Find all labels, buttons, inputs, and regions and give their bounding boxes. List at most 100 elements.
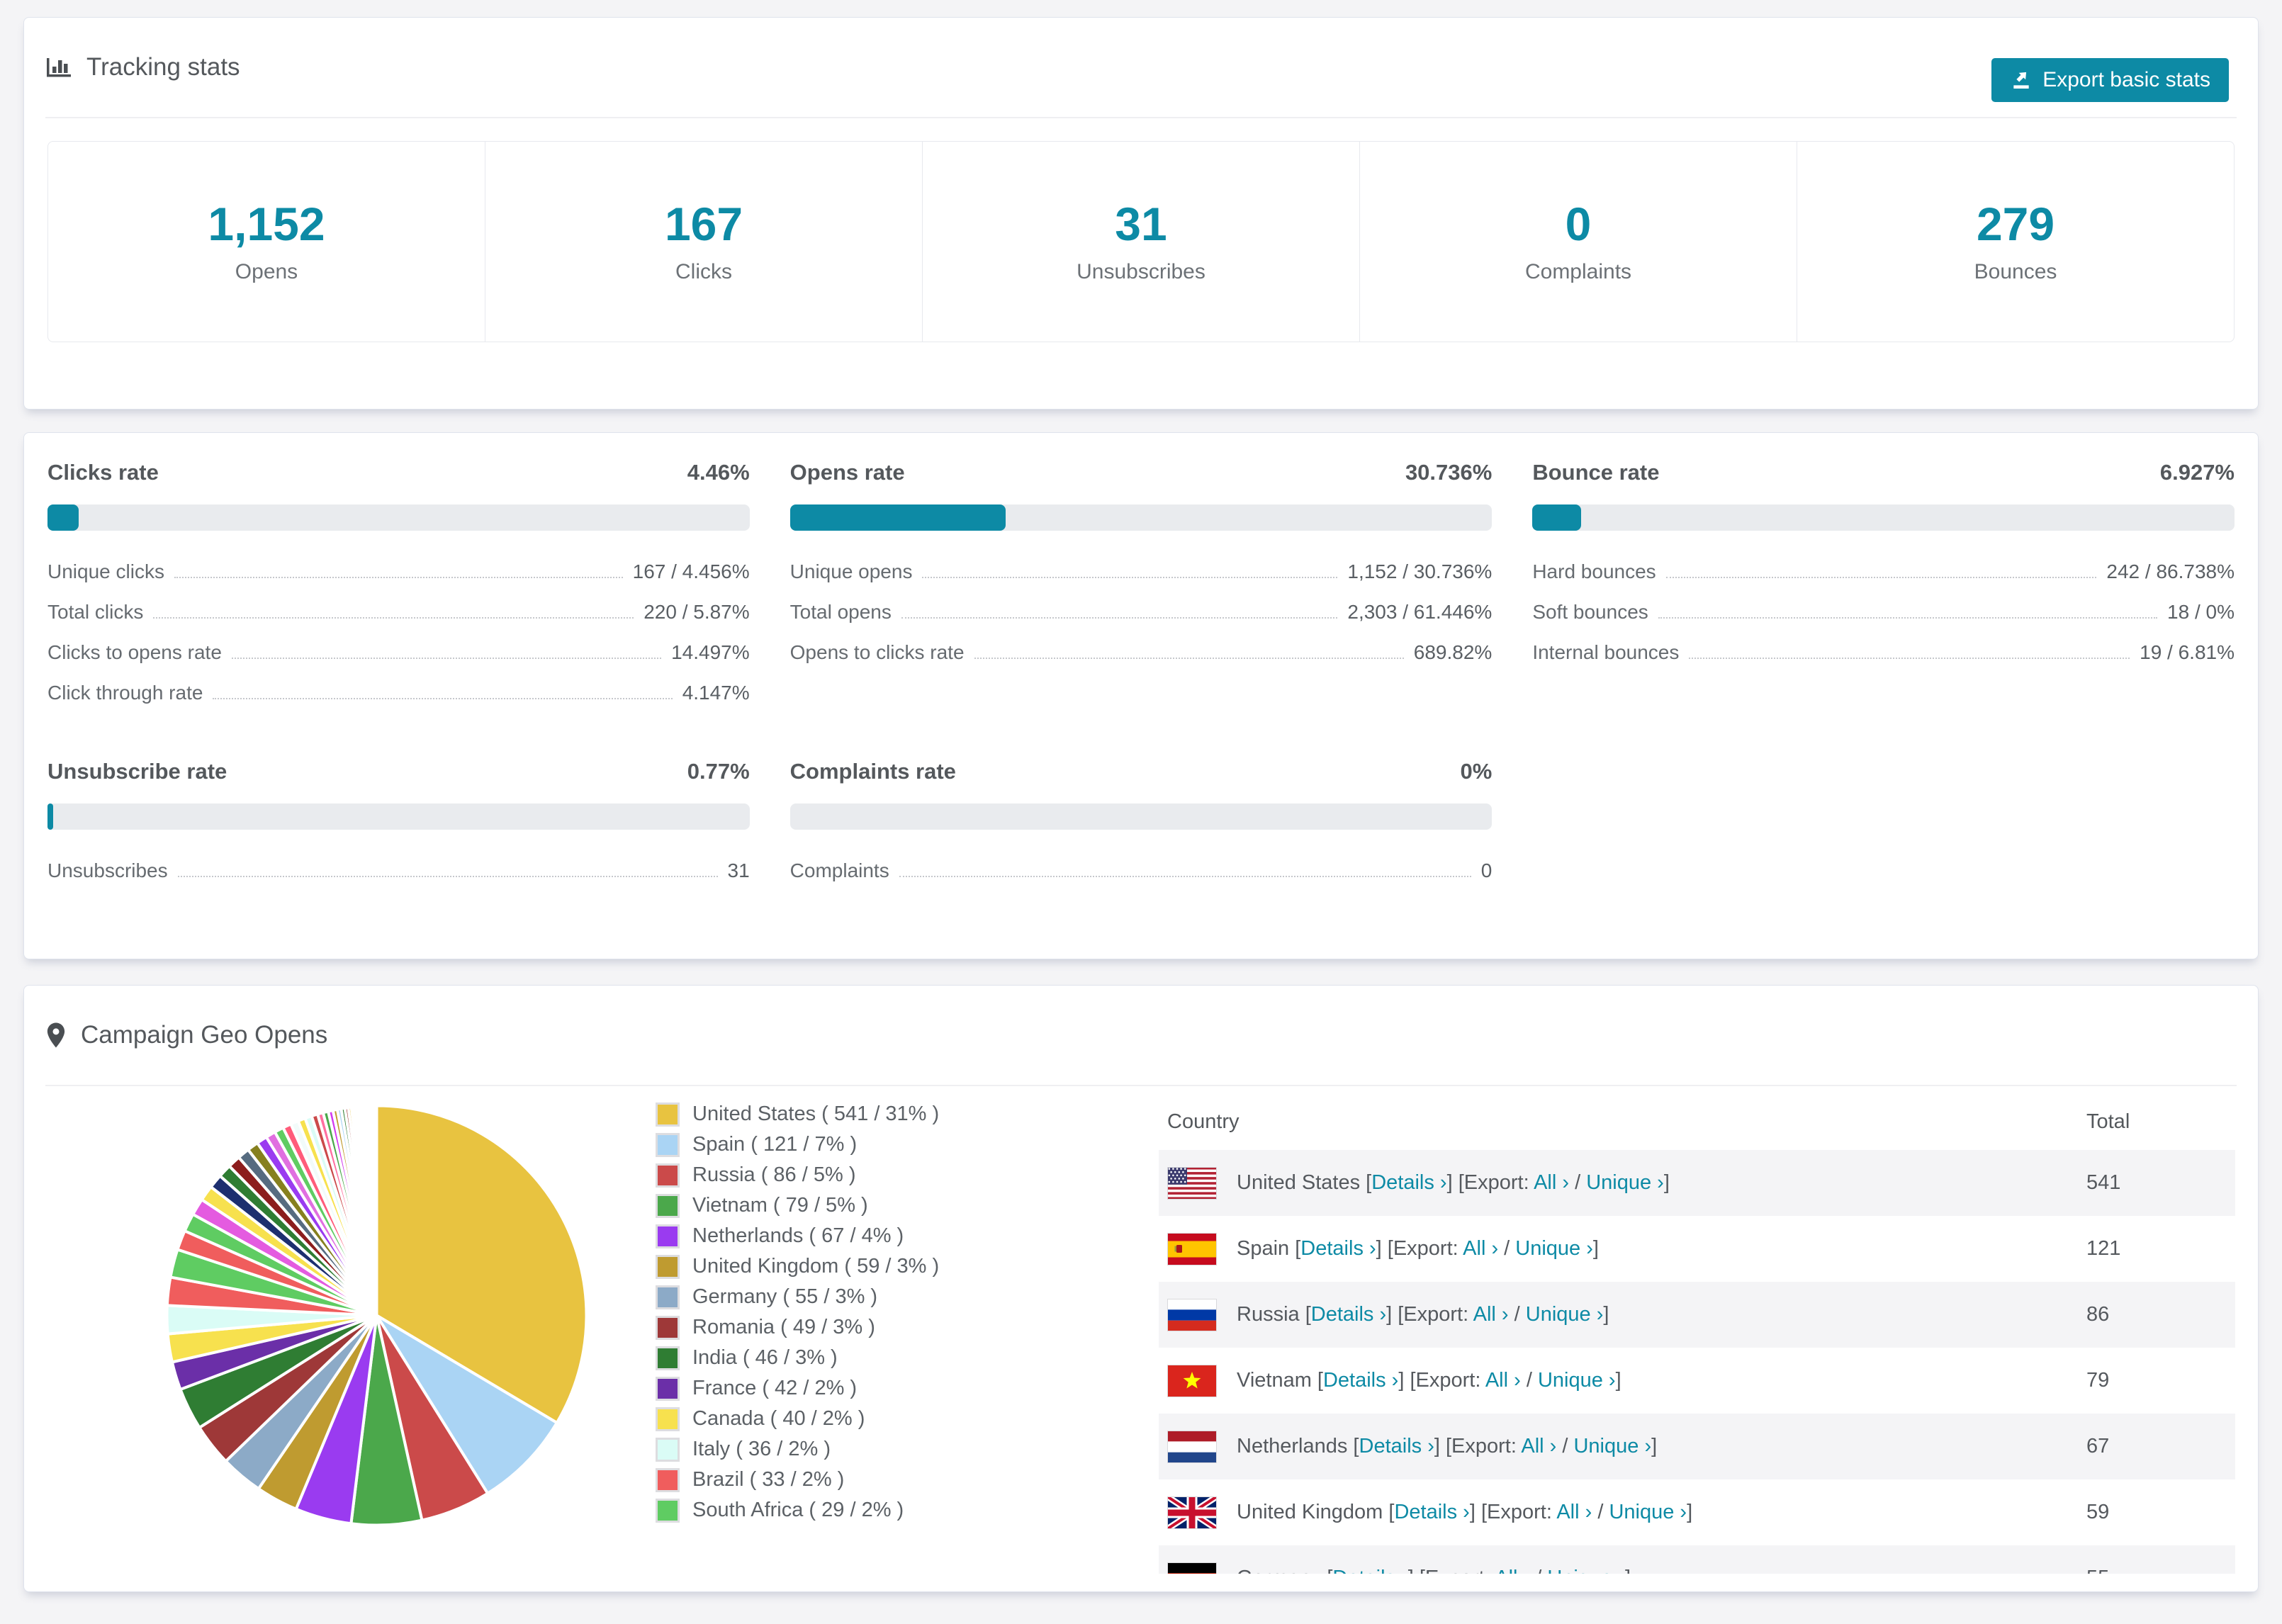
export-all-link[interactable]: All ›: [1495, 1567, 1530, 1574]
stat-value: 279: [1976, 198, 2055, 250]
dotted-leader: [153, 617, 634, 619]
legend-item: France ( 42 / 2% ): [656, 1373, 1052, 1404]
legend-label: United States ( 541 / 31% ): [692, 1103, 940, 1125]
metric-label: Click through rate: [47, 682, 203, 704]
details-link[interactable]: Details ›: [1311, 1303, 1386, 1326]
country-total: 79: [2086, 1369, 2110, 1392]
country-label: Vietnam [Details ›] [Export: All › / Uni…: [1237, 1369, 1621, 1392]
details-link[interactable]: Details ›: [1359, 1435, 1434, 1457]
export-all-link[interactable]: All ›: [1556, 1501, 1592, 1523]
export-unique-link[interactable]: Unique ›: [1515, 1237, 1593, 1260]
metric-row: Opens to clicks rate 689.82%: [790, 643, 1493, 662]
country-total: 59: [2086, 1501, 2110, 1523]
rate-value: 4.46%: [687, 460, 750, 485]
metric-row: Hard bounces 242 / 86.738%: [1532, 562, 2235, 582]
vn-flag-icon: [1167, 1364, 1217, 1397]
export-unique-link[interactable]: Unique ›: [1526, 1303, 1604, 1326]
table-header-row: Country Total: [1159, 1093, 2235, 1150]
metric-row: Total clicks 220 / 5.87%: [47, 602, 750, 622]
metric-row: Total opens 2,303 / 61.446%: [790, 602, 1493, 622]
metric-row: Click through rate 4.147%: [47, 683, 750, 703]
country-total: 86: [2086, 1303, 2110, 1326]
legend-item: India ( 46 / 3% ): [656, 1343, 1052, 1373]
stat-label: Unsubscribes: [1077, 260, 1205, 283]
progress-bar: [789, 504, 1493, 531]
legend-swatch: [656, 1132, 680, 1157]
rate-title: Opens rate: [789, 460, 905, 485]
legend-item: United Kingdom ( 59 / 3% ): [656, 1251, 1052, 1282]
export-unique-link[interactable]: Unique ›: [1609, 1501, 1687, 1523]
country-label: Spain [Details ›] [Export: All › / Uniqu…: [1237, 1237, 1599, 1260]
metric-value: 18 / 0%: [2167, 601, 2235, 623]
legend-item: Italy ( 36 / 2% ): [656, 1434, 1052, 1465]
geo-table: Country Total United States [Details ›] …: [1159, 1093, 2235, 1574]
gb-flag-icon: [1167, 1496, 1217, 1529]
export-all-link[interactable]: All ›: [1485, 1369, 1521, 1392]
legend-label: Italy ( 36 / 2% ): [692, 1438, 831, 1460]
country-label: United Kingdom [Details ›] [Export: All …: [1237, 1501, 1693, 1523]
dotted-leader: [974, 658, 1404, 659]
legend-item: South Africa ( 29 / 2% ): [656, 1495, 1052, 1526]
stat-card: 0 Complaints: [1359, 142, 1797, 342]
table-row: Spain [Details ›] [Export: All › / Uniqu…: [1159, 1216, 2235, 1282]
page-title: Tracking stats: [86, 53, 240, 81]
details-link[interactable]: Details ›: [1371, 1171, 1446, 1194]
export-all-link[interactable]: All ›: [1463, 1237, 1498, 1260]
legend-label: Canada ( 40 / 2% ): [692, 1407, 865, 1430]
tracking-stats-card: Tracking stats Export basic stats 1,152 O…: [23, 17, 2259, 410]
metric-row: Complaints 0: [790, 861, 1493, 881]
metric-value: 2,303 / 61.446%: [1347, 601, 1493, 623]
legend-label: Vietnam ( 79 / 5% ): [692, 1194, 868, 1217]
progress-bar: [1532, 504, 2235, 531]
stat-value: 0: [1565, 198, 1592, 250]
export-unique-link[interactable]: Unique ›: [1538, 1369, 1616, 1392]
rates-row-2: Unsubscribe rate 0.77% Unsubscribes 31 Compl…: [47, 760, 2235, 901]
details-link[interactable]: Details ›: [1300, 1237, 1376, 1260]
total-column-header: Total: [2086, 1110, 2130, 1133]
geo-pie-chart: [159, 1098, 595, 1533]
dotted-leader: [1658, 617, 2158, 619]
legend-label: Romania ( 49 / 3% ): [692, 1316, 875, 1338]
legend-label: Russia ( 86 / 5% ): [692, 1163, 856, 1186]
rates-row-1: Clicks rate 4.46% Unique clicks 167 / 4.456…: [47, 461, 2235, 723]
export-unique-link[interactable]: Unique ›: [1573, 1435, 1651, 1457]
metric-value: 4.147%: [682, 682, 750, 704]
dotted-leader: [1665, 577, 2097, 578]
progress-fill: [47, 803, 53, 830]
rate-title: Bounce rate: [1532, 460, 1660, 485]
export-unique-link[interactable]: Unique ›: [1586, 1171, 1664, 1194]
table-row: Russia [Details ›] [Export: All › / Uniq…: [1159, 1282, 2235, 1348]
metric-label: Total clicks: [47, 601, 144, 623]
details-link[interactable]: Details ›: [1323, 1369, 1398, 1392]
country-total: 121: [2086, 1237, 2121, 1260]
rate-title: Unsubscribe rate: [47, 759, 227, 784]
stat-value: 167: [664, 198, 743, 250]
dotted-leader: [231, 658, 662, 659]
export-all-link[interactable]: All ›: [1534, 1171, 1569, 1194]
legend-item: Netherlands ( 67 / 4% ): [656, 1221, 1052, 1251]
details-link[interactable]: Details ›: [1332, 1567, 1407, 1574]
metric-label: Unsubscribes: [47, 859, 168, 881]
export-unique-link[interactable]: Unique ›: [1547, 1567, 1625, 1574]
legend-item: United States ( 541 / 31% ): [656, 1099, 1052, 1129]
geo-section-title: Campaign Geo Opens: [81, 1021, 328, 1049]
tracking-stats-header: Tracking stats: [45, 18, 2237, 118]
legend-swatch: [656, 1102, 680, 1127]
dotted-leader: [1689, 658, 2130, 659]
table-row: United States [Details ›] [Export: All ›…: [1159, 1150, 2235, 1216]
export-all-link[interactable]: All ›: [1473, 1303, 1509, 1326]
export-all-link[interactable]: All ›: [1521, 1435, 1556, 1457]
country-total: 67: [2086, 1435, 2110, 1457]
metric-row: Clicks to opens rate 14.497%: [47, 643, 750, 662]
dotted-leader: [901, 617, 1338, 619]
rate-value: 0%: [1460, 759, 1493, 784]
export-basic-stats-button[interactable]: Export basic stats: [1991, 58, 2229, 102]
details-link[interactable]: Details ›: [1394, 1501, 1469, 1523]
legend-swatch: [656, 1376, 680, 1401]
table-row: Netherlands [Details ›] [Export: All › /…: [1159, 1414, 2235, 1479]
country-total: 541: [2086, 1171, 2121, 1194]
rate-title: Clicks rate: [47, 460, 159, 485]
metric-value: 31: [727, 859, 750, 881]
metric-label: Unique opens: [789, 560, 913, 582]
rate-block: Unsubscribe rate 0.77% Unsubscribes 31: [47, 760, 750, 901]
